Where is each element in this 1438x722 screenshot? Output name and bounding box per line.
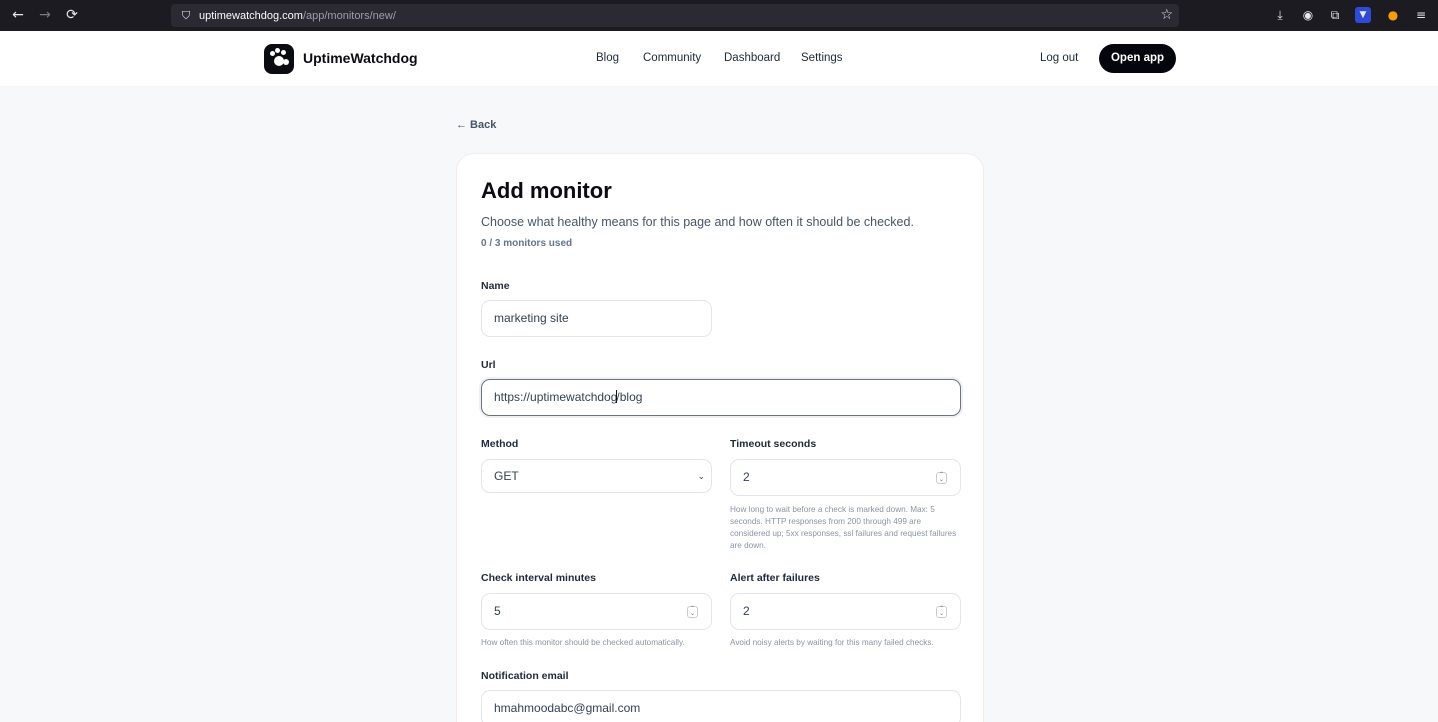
address-text: uptimewatchdog.com/app/monitors/new/ xyxy=(199,9,396,22)
extension-cookie-icon[interactable]: ● xyxy=(1385,7,1401,23)
alert-help: Avoid noisy alerts by waiting for this m… xyxy=(730,638,934,647)
name-input[interactable]: marketing site xyxy=(481,300,712,337)
email-label: Notification email xyxy=(481,670,569,682)
bookmark-star-icon[interactable]: ☆ xyxy=(1160,7,1173,23)
brand-name[interactable]: UptimeWatchdog xyxy=(303,50,418,66)
url-input[interactable]: https://uptimewatchdog/blog xyxy=(481,379,961,416)
back-link[interactable]: ← Back xyxy=(456,119,496,131)
add-monitor-card: Add monitor Choose what healthy means fo… xyxy=(456,153,984,722)
timeout-label: Timeout seconds xyxy=(730,438,817,450)
paw-logo-icon[interactable] xyxy=(264,44,294,74)
nav-dashboard[interactable]: Dashboard xyxy=(724,52,780,64)
nav-blog[interactable]: Blog xyxy=(596,52,619,64)
email-input[interactable]: hmahmoodabc@gmail.com xyxy=(481,690,961,722)
open-app-button[interactable]: Open app xyxy=(1099,44,1176,73)
forward-arrow-icon[interactable]: → xyxy=(36,6,54,24)
alert-label: Alert after failures xyxy=(730,572,820,584)
back-arrow-icon[interactable]: ← xyxy=(9,6,27,24)
nav-community[interactable]: Community xyxy=(643,52,701,64)
page-subtitle: Choose what healthy means for this page … xyxy=(481,215,914,229)
logout-link[interactable]: Log out xyxy=(1040,52,1078,64)
interval-help: How often this monitor should be checked… xyxy=(481,638,685,647)
stepper-icon[interactable]: ⌃ ⌄ xyxy=(936,606,947,618)
method-label: Method xyxy=(481,438,519,450)
page-title: Add monitor xyxy=(481,178,612,203)
interval-input[interactable]: 5 ⌃ ⌄ xyxy=(481,593,712,630)
interval-label: Check interval minutes xyxy=(481,572,596,584)
url-label: Url xyxy=(481,359,496,371)
address-bar[interactable]: ⛉ uptimewatchdog.com/app/monitors/new/ ☆ xyxy=(171,4,1179,27)
alert-input[interactable]: 2 ⌃ ⌄ xyxy=(730,593,961,630)
chevron-down-icon: ⌄ xyxy=(697,471,705,481)
download-icon[interactable]: ⤓ xyxy=(1272,7,1288,23)
stepper-icon[interactable]: ⌃ ⌄ xyxy=(687,606,698,618)
timeout-help: How long to wait before a check is marke… xyxy=(730,505,957,550)
timeout-input[interactable]: 2 ⌃ ⌄ xyxy=(730,459,961,496)
name-label: Name xyxy=(481,280,510,292)
reload-icon[interactable]: ⟳ xyxy=(63,6,81,24)
menu-icon[interactable]: ≡ xyxy=(1413,7,1429,23)
account-icon[interactable]: ◉ xyxy=(1300,7,1316,23)
nav-settings[interactable]: Settings xyxy=(801,52,843,64)
password-manager-icon[interactable]: ▼ xyxy=(1355,7,1371,23)
monitor-usage: 0 / 3 monitors used xyxy=(481,238,573,249)
shield-icon: ⛉ xyxy=(181,8,191,22)
browser-toolbar: ← → ⟳ ⛉ uptimewatchdog.com/app/monitors/… xyxy=(0,0,1438,31)
site-header: UptimeWatchdog Blog Community Dashboard … xyxy=(0,31,1438,86)
stepper-icon[interactable]: ⌃ ⌄ xyxy=(936,472,947,484)
extensions-icon[interactable]: ⧉ xyxy=(1327,7,1343,23)
method-select[interactable]: GET ⌄ xyxy=(481,459,712,493)
